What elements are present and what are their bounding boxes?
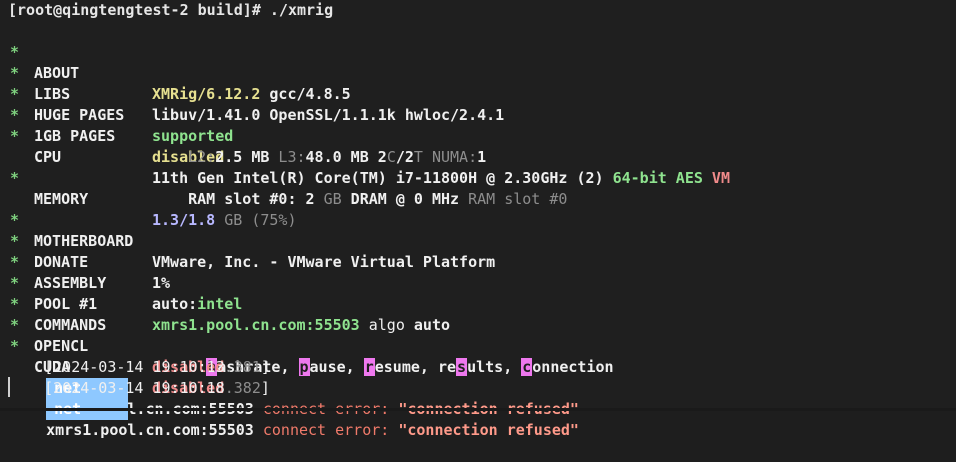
log-bracket: ] bbox=[260, 379, 270, 397]
cpu-features: 64-bit AES bbox=[612, 169, 703, 187]
log-line: [2024-03-14 19:10:13.381] net xmrs1.pool… bbox=[8, 336, 579, 418]
bullet-star: * bbox=[10, 127, 20, 145]
info-row-1gb-pages: * 1GB PAGES disabled bbox=[0, 84, 956, 166]
cpu-vm-flag: VM bbox=[702, 169, 730, 187]
shell-prompt: [root@qingtengtest-2 build]# ./xmrig bbox=[8, 1, 334, 19]
terminal-window[interactable]: [root@qingtengtest-2 build]# ./xmrig * A… bbox=[0, 0, 956, 439]
log-host: xmrs1.pool.cn.com:55503 bbox=[46, 421, 254, 439]
bullet-star: * bbox=[10, 169, 20, 187]
info-row-about: * ABOUT XMRig/6.12.2 gcc/4.8.5 bbox=[0, 21, 956, 103]
info-row-opencl: * OPENCL disabled bbox=[0, 294, 956, 376]
log-line: [2024-03-14 19:10:18.382] net xmrs1.pool… bbox=[8, 357, 579, 439]
log-error-label: connect error: bbox=[253, 421, 399, 439]
log-timestamp-ms: .382 bbox=[224, 379, 261, 397]
ram-slot-row: RAM slot #0: 2 GB DRAM @ 0 MHz RAM slot … bbox=[152, 168, 567, 208]
info-row-assembly: * ASSEMBLY auto:intel bbox=[0, 231, 956, 313]
info-row-motherboard: * MOTHERBOARD VMware, Inc. - VMware Virt… bbox=[0, 189, 956, 271]
text-cursor bbox=[8, 377, 10, 397]
log-bracket: [ bbox=[44, 379, 54, 397]
info-row-pool: * POOL #1 xmrs1.pool.cn.com:55503 algo a… bbox=[0, 252, 956, 334]
info-key: 1GB PAGES bbox=[34, 127, 116, 145]
info-row-commands: * COMMANDS hashrate, pause, resume, resu… bbox=[0, 273, 956, 376]
info-row-memory: * MEMORY 1.3/1.8 GB (75%) bbox=[0, 147, 956, 229]
cpu-cache-row: L2:2.5 MB L3:48.0 MB 2C/2T NUMA:1 bbox=[152, 126, 486, 166]
info-row-cuda: * CUDA disabled bbox=[0, 315, 956, 397]
log-error-message: "connection refused" bbox=[398, 421, 579, 439]
info-row-libs: * LIBS libuv/1.41.0 OpenSSL/1.1.1k hwloc… bbox=[0, 42, 956, 124]
log-timestamp: 2024-03-14 19:10:18 bbox=[53, 379, 225, 397]
info-row-donate: * DONATE 1% bbox=[0, 210, 956, 292]
info-row-huge-pages: * HUGE PAGES supported bbox=[0, 63, 956, 145]
info-row-cpu: * CPU 11th Gen Intel(R) Core(TM) i7-1180… bbox=[0, 105, 956, 187]
